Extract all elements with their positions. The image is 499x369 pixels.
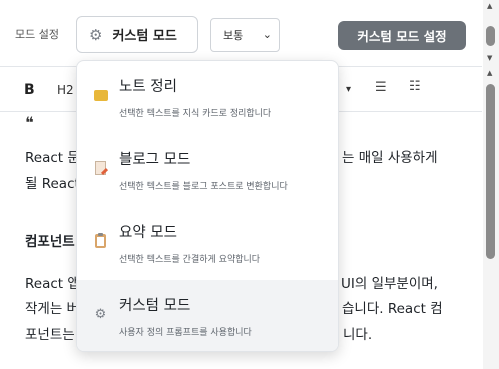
gear-icon: ⚙ [89,25,103,44]
clipboard-icon [93,233,108,249]
numbered-list-icon[interactable]: ☷ [409,79,421,94]
paragraph-text: React 문 [25,150,80,166]
menu-item-note[interactable]: 노트 정리 선택한 텍스트를 지식 카드로 정리합니다 [77,61,338,134]
paragraph-text: 작게는 버 [25,301,79,317]
paragraph-text: UI의 일부분이며, [341,276,438,292]
paragraph-text: 포넌트는 [25,327,75,343]
menu-item-blog[interactable]: 블로그 모드 선택한 텍스트를 블로그 포스트로 변환합니다 [77,134,338,207]
chevron-down-icon: ⌄ [262,28,272,41]
menu-item-description: 선택한 텍스트를 블로그 포스트로 변환합니다 [119,182,288,192]
menu-item-custom[interactable]: ⚙ 커스텀 모드 사용자 정의 프롬프트를 사용합니다 [77,280,338,351]
custom-mode-settings-button[interactable]: 커스텀 모드 설정 [338,21,466,50]
gear-icon: ⚙ [94,307,107,322]
editor-scrollbar[interactable]: ▲ [483,66,499,369]
memo-icon [93,161,108,176]
menu-item-summary[interactable]: 요약 모드 선택한 텍스트를 간결하게 요약합니다 [77,207,338,280]
settings-scrollbar[interactable]: ▲ ▼ [483,0,499,66]
menu-item-title: 노트 정리 [119,79,177,95]
scrollbar-thumb[interactable] [486,26,495,46]
menu-item-description: 사용자 정의 프롬프트를 사용합니다 [119,328,252,338]
menu-item-description: 선택한 텍스트를 지식 카드로 정리합니다 [119,109,272,119]
paragraph-text: 니다. [343,327,373,343]
folder-icon [93,88,108,103]
mode-button-label: 커스텀 모드 [112,29,177,44]
menu-item-title: 커스텀 모드 [119,298,191,314]
scroll-down-icon[interactable]: ▼ [487,54,492,62]
paragraph-text: 될 React [25,176,80,192]
menu-item-description: 선택한 텍스트를 간결하게 요약합니다 [119,255,261,265]
menu-item-title: 요약 모드 [119,225,177,241]
heading-button[interactable]: H2 [57,83,74,97]
scroll-up-icon[interactable]: ▲ [487,2,492,10]
paragraph-text: 는 매일 사용하게 [342,150,438,166]
section-heading: 컴포넌트 [25,234,75,250]
quote-icon: ❝ [25,113,34,132]
scrollbar-thumb[interactable] [486,84,495,259]
bold-button[interactable]: B [24,82,35,98]
mode-settings-bar: 모드 설정 ⚙ 커스텀 모드 보통 ⌄ 커스텀 모드 설정 [0,0,482,64]
paragraph-text: 습니다. React 컴 [342,301,443,317]
paragraph-text: React 앱 [25,276,80,292]
menu-item-title: 블로그 모드 [119,152,191,168]
mode-label: 모드 설정 [15,28,59,41]
mode-select-button[interactable]: ⚙ 커스텀 모드 [76,16,198,53]
bullet-list-icon[interactable]: ☰ [375,80,387,95]
scroll-up-icon[interactable]: ▲ [487,69,492,77]
mode-dropdown-menu: 노트 정리 선택한 텍스트를 지식 카드로 정리합니다 블로그 모드 선택한 텍… [76,60,339,352]
size-select-value: 보통 [223,29,244,42]
size-select[interactable]: 보통 ⌄ [210,18,280,52]
dropdown-arrow-icon[interactable]: ▾ [346,84,351,95]
